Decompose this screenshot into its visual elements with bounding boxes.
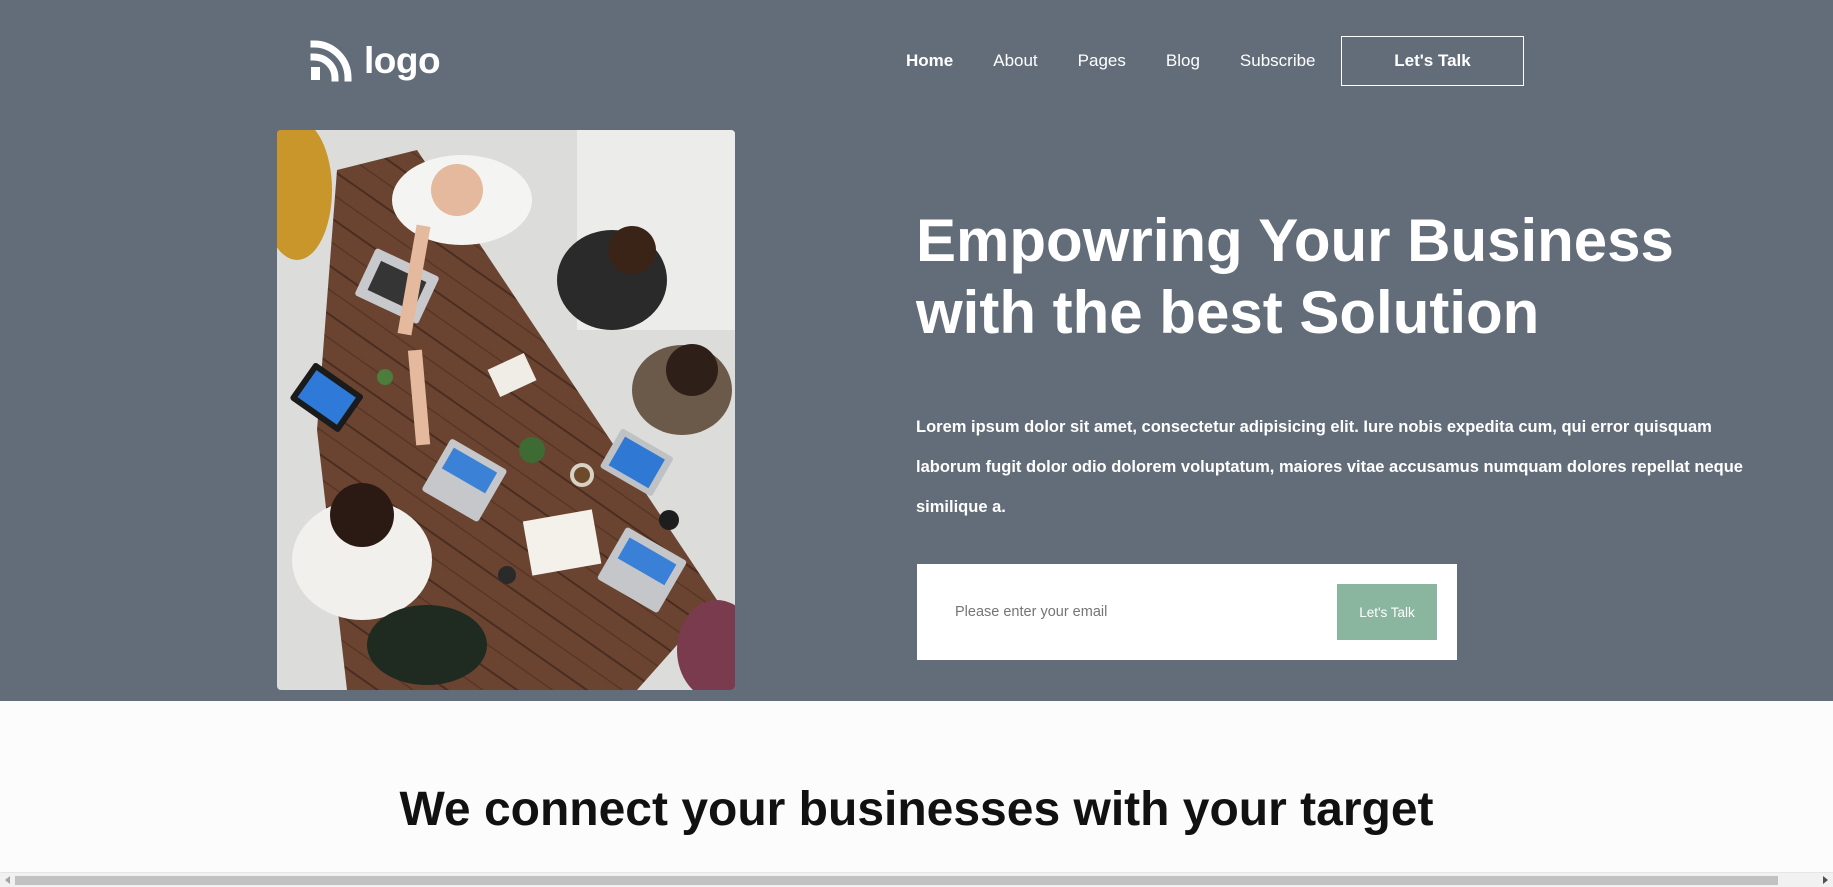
nav-pages[interactable]: Pages <box>1078 51 1126 71</box>
lets-talk-signup-button[interactable]: Let's Talk <box>1337 584 1437 640</box>
logo-text: logo <box>364 39 441 81</box>
email-input[interactable] <box>955 592 1285 632</box>
nav-subscribe[interactable]: Subscribe <box>1240 51 1316 71</box>
lets-talk-nav-button[interactable]: Let's Talk <box>1341 36 1524 86</box>
email-signup-form: Let's Talk <box>917 564 1457 660</box>
team-meeting-illustration <box>277 130 735 690</box>
scroll-left-arrow-icon[interactable] <box>5 876 10 884</box>
section-title: We connect your businesses with your tar… <box>399 783 1434 836</box>
nav-home[interactable]: Home <box>906 51 953 71</box>
nav-blog[interactable]: Blog <box>1166 51 1200 71</box>
scroll-right-arrow-icon[interactable] <box>1823 876 1828 884</box>
scrollbar-thumb[interactable] <box>15 876 1778 885</box>
hero-title: Empowring Your Business with the best So… <box>916 207 1674 346</box>
main-nav: Home About Pages Blog Subscribe <box>906 36 1356 86</box>
logo[interactable]: logo <box>310 38 441 82</box>
rss-logo-icon <box>310 40 352 82</box>
nav-about[interactable]: About <box>993 51 1037 71</box>
team-meeting-photo <box>277 130 735 690</box>
hero-section: logo Home About Pages Blog Subscribe Let… <box>0 0 1833 701</box>
landing-page: logo Home About Pages Blog Subscribe Let… <box>0 0 1833 887</box>
horizontal-scrollbar[interactable] <box>0 872 1833 887</box>
hero-description: Lorem ipsum dolor sit amet, consectetur … <box>916 418 1743 516</box>
